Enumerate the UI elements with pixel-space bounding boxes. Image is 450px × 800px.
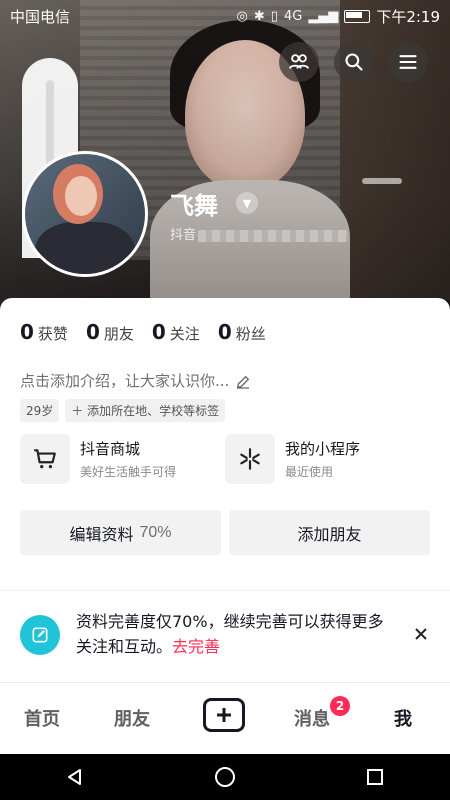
age-tag[interactable]: 29岁	[20, 399, 60, 422]
recents-button[interactable]	[360, 762, 390, 792]
complete-profile-link[interactable]: 去完善	[172, 637, 220, 656]
back-triangle-icon	[68, 769, 81, 785]
mini-program-icon	[225, 434, 275, 484]
people-icon	[288, 54, 310, 69]
close-icon	[415, 628, 427, 640]
stats-row: 0 获赞 0 朋友 0 关注 0 粉丝	[20, 320, 266, 344]
caret-down-icon: ▼	[242, 196, 252, 210]
completion-banner[interactable]: 资料完善度仅70%，继续完善可以获得更多关注和互动。去完善	[0, 591, 450, 681]
tab-messages[interactable]: 消息	[294, 705, 330, 731]
status-bar: 中国电信 ◎ ✱ ▯ 4G ▂▄▆ 下午2:19	[0, 0, 450, 32]
tab-friends[interactable]: 朋友	[114, 705, 150, 731]
bluetooth-icon: ✱	[253, 8, 265, 24]
stat-number: 0	[85, 320, 100, 344]
add-tag-button[interactable]: ＋ 添加所在地、学校等标签	[65, 399, 226, 422]
service-tiles: 抖音商城 美好生活触手可得 我的小程序 最近使用	[20, 434, 430, 484]
battery-icon	[344, 9, 371, 23]
avatar-clothing	[35, 222, 135, 274]
banner-message: 资料完善度仅70%，继续完善可以获得更多关注和互动。	[76, 612, 384, 656]
search-icon	[345, 53, 363, 71]
search-button[interactable]	[334, 42, 374, 82]
action-buttons: 编辑资料 70% 添加朋友	[20, 510, 430, 555]
stat-label: 朋友	[103, 325, 134, 343]
network-label: 4G	[283, 8, 303, 24]
tab-home[interactable]: 首页	[24, 705, 60, 731]
profile-completion-percent: 70%	[139, 523, 172, 541]
avatar[interactable]	[22, 151, 148, 277]
status-icons: ◎ ✱ ▯ 4G ▂▄▆ 下午2:19	[237, 6, 440, 27]
avatar-face	[65, 176, 97, 216]
douyin-id-prefix: 抖音	[170, 228, 197, 243]
stat-number: 0	[217, 320, 232, 344]
mall-tile[interactable]: 抖音商城 美好生活触手可得	[20, 434, 225, 484]
douyin-id[interactable]: 抖音	[170, 224, 349, 243]
stat-fans[interactable]: 0 粉丝	[218, 320, 266, 344]
cart-icon	[20, 434, 70, 484]
home-circle-icon	[215, 767, 235, 787]
tile-title: 我的小程序	[285, 440, 361, 458]
edit-profile-button[interactable]: 编辑资料 70%	[20, 510, 221, 555]
pencil-icon	[235, 373, 251, 389]
banner-text: 资料完善度仅70%，继续完善可以获得更多关注和互动。去完善	[76, 609, 386, 659]
back-button[interactable]	[60, 762, 90, 792]
create-button[interactable]	[203, 698, 245, 732]
stat-following[interactable]: 0 关注	[152, 320, 200, 344]
edit-profile-label: 编辑资料	[69, 526, 134, 544]
tab-me[interactable]: 我	[394, 705, 412, 731]
vibrate-icon: ▯	[270, 8, 278, 24]
mini-programs-tile[interactable]: 我的小程序 最近使用	[225, 434, 430, 484]
tile-title: 抖音商城	[80, 440, 141, 458]
bottom-tab-bar: 首页 朋友 消息 2 我	[0, 682, 450, 754]
recents-square-icon	[367, 769, 383, 785]
add-friend-label: 添加朋友	[297, 526, 362, 544]
add-tag-label: 添加所在地、学校等标签	[87, 404, 220, 418]
stat-friends[interactable]: 0 朋友	[86, 320, 134, 344]
stat-number: 0	[151, 320, 166, 344]
bio-text: 点击添加介绍，让大家认识你...	[20, 372, 230, 390]
plus-icon: ＋	[71, 404, 88, 418]
stat-number: 0	[20, 320, 34, 344]
tile-subtitle: 美好生活触手可得	[80, 465, 177, 479]
signal-icon: ▂▄▆	[308, 8, 339, 24]
tags-row: 29岁 ＋ 添加所在地、学校等标签	[20, 399, 226, 422]
stat-likes[interactable]: 0 获赞	[20, 320, 68, 344]
friends-visitors-button[interactable]	[279, 42, 319, 82]
clock: 下午2:19	[376, 7, 440, 26]
home-button[interactable]	[210, 762, 240, 792]
carrier-label: 中国电信	[10, 7, 71, 26]
stat-label: 粉丝	[235, 325, 266, 343]
account-switch-button[interactable]: ▼	[236, 192, 258, 214]
profile-card: 0 获赞 0 朋友 0 关注 0 粉丝 点击添加介绍，让大家认识你... 29岁 ＋ 添…	[0, 298, 450, 682]
add-friend-button[interactable]: 添加朋友	[229, 510, 430, 555]
profile-name[interactable]: 飞舞	[170, 186, 218, 221]
plus-icon	[217, 708, 231, 722]
close-banner-button[interactable]	[412, 625, 430, 643]
messages-badge: 2	[330, 696, 350, 716]
douyin-id-blurred	[198, 229, 349, 242]
bio-placeholder[interactable]: 点击添加介绍，让大家认识你...	[20, 370, 251, 391]
stat-label: 关注	[169, 325, 200, 343]
system-nav-bar	[0, 754, 450, 800]
edit-icon	[20, 615, 60, 655]
menu-icon	[399, 55, 417, 69]
location-icon: ◎	[236, 8, 248, 24]
tile-subtitle: 最近使用	[285, 465, 334, 479]
stat-label: 获赞	[37, 325, 68, 343]
menu-button[interactable]	[388, 42, 428, 82]
